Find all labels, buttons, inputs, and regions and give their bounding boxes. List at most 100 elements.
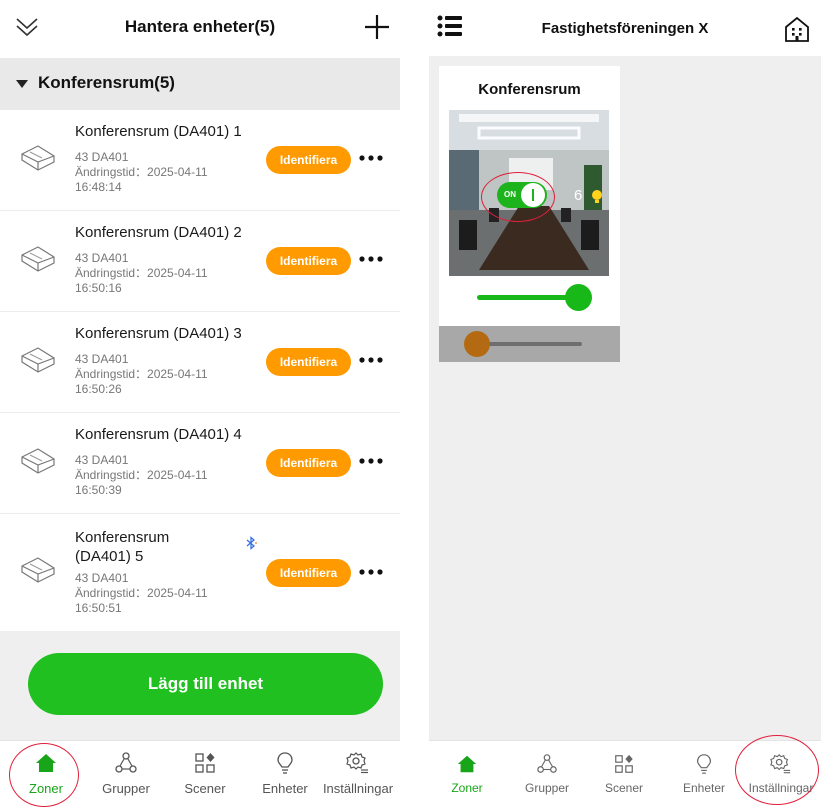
device-name: Konferensrum (DA401) 5 (75, 529, 170, 565)
device-item[interactable]: Konferensrum (DA401) 3 43 DA401 Ändrings… (0, 312, 400, 413)
more-options-icon[interactable] (358, 451, 384, 471)
settings-gear-icon (346, 752, 368, 774)
device-changed-date: Ändringstid：2025-04-11 (75, 165, 208, 179)
tab-label: Enheter (682, 781, 726, 795)
settings-gear-icon (770, 754, 791, 774)
bottom-tab-bar: Zoner Grupper Scener Enheter Inställning… (0, 740, 400, 807)
header: Hantera enheter(5) (0, 0, 400, 60)
tab-grupper[interactable]: Grupper (86, 751, 166, 796)
page-title: Hantera enheter(5) (124, 17, 276, 36)
page-title: Fastighetsföreningen X (541, 20, 709, 37)
identify-button[interactable]: Identifiera (266, 449, 351, 477)
zone-group-label: Konferensrum(5) (38, 73, 175, 92)
zone-card[interactable]: Konferensrum ON 6 (439, 66, 620, 362)
tab-label: Grupper (524, 781, 570, 795)
device-details: 43 DA401 Ändringstid：2025-04-11 16:50:51 (75, 571, 208, 616)
driver-device-icon (21, 557, 55, 583)
driver-device-icon (21, 145, 55, 171)
tab-label: Inställningar (322, 781, 394, 796)
dimming-slider[interactable] (477, 284, 592, 311)
device-changed-time: 16:50:26 (75, 382, 122, 396)
zones-area: Konferensrum ON 6 (429, 56, 821, 740)
groups-icon (537, 754, 557, 773)
identify-button[interactable]: Identifiera (266, 348, 351, 376)
identify-button[interactable]: Identifiera (266, 559, 351, 587)
bottom-tab-bar: Zoner Grupper Scener Enheter Inställning… (429, 735, 821, 807)
more-options-icon[interactable] (358, 148, 384, 168)
device-changed-time: 16:50:39 (75, 483, 122, 497)
tab-installningar[interactable]: Inställningar (741, 753, 821, 795)
driver-device-icon (21, 448, 55, 474)
scenes-icon (195, 753, 215, 773)
device-details: 43 DA401 Ändringstid：2025-04-11 16:50:26 (75, 352, 208, 397)
device-model: 43 DA401 (75, 453, 129, 467)
device-details: 43 DA401 Ändringstid：2025-04-11 16:48:14 (75, 150, 208, 195)
tab-zoner[interactable]: Zoner (6, 751, 86, 796)
identify-button[interactable]: Identifiera (266, 146, 351, 174)
tab-installningar[interactable]: Inställningar (318, 751, 398, 796)
tab-label: Zoner (451, 781, 483, 795)
home-icon (457, 755, 477, 773)
color-temperature-knob[interactable] (464, 331, 490, 357)
device-changed-time: 16:48:14 (75, 180, 122, 194)
home-icon (36, 754, 56, 772)
brightness-value: 6 (574, 187, 583, 204)
groups-icon (115, 752, 137, 773)
lightbulb-icon (696, 754, 712, 774)
driver-device-icon (21, 347, 55, 373)
tab-label: Enheter (262, 781, 308, 796)
tab-grupper[interactable]: Grupper (507, 753, 587, 795)
device-details: 43 DA401 Ändringstid：2025-04-11 16:50:16 (75, 251, 208, 296)
tab-label: Grupper (102, 781, 150, 796)
driver-device-icon (21, 246, 55, 272)
device-model: 43 DA401 (75, 571, 129, 585)
device-item[interactable]: Konferensrum (DA401) 5 43 DA401 Ändrings… (0, 514, 400, 632)
toggle-on-label: ON (504, 190, 516, 199)
device-changed-date: Ändringstid：2025-04-11 (75, 468, 208, 482)
device-changed-date: Ändringstid：2025-04-11 (75, 367, 208, 381)
toggle-knob (521, 183, 545, 207)
tab-enheter[interactable]: Enheter (245, 751, 325, 796)
tab-label: Inställningar (748, 781, 814, 795)
more-options-icon[interactable] (358, 350, 384, 370)
device-item[interactable]: Konferensrum (DA401) 1 43 DA401 Ändrings… (0, 110, 400, 211)
bluetooth-icon (246, 536, 257, 550)
expand-triangle-icon (16, 80, 28, 88)
tab-scener[interactable]: Scener (584, 753, 664, 795)
more-options-icon[interactable] (358, 562, 384, 582)
device-model: 43 DA401 (75, 150, 129, 164)
device-item[interactable]: Konferensrum (DA401) 4 43 DA401 Ändrings… (0, 413, 400, 514)
bulb-icon (592, 190, 602, 203)
device-name: Konferensrum (DA401) 2 (75, 224, 242, 241)
device-changed-time: 16:50:51 (75, 601, 122, 615)
zone-group-header[interactable]: Konferensrum(5) (0, 58, 400, 110)
color-temperature-track[interactable] (484, 342, 582, 346)
device-model: 43 DA401 (75, 352, 129, 366)
tab-zoner[interactable]: Zoner (429, 753, 507, 795)
header: Fastighetsföreningen X (429, 0, 821, 56)
add-device-plus-icon[interactable] (362, 12, 392, 42)
device-item[interactable]: Konferensrum (DA401) 2 43 DA401 Ändrings… (0, 211, 400, 312)
device-name: Konferensrum (DA401) 1 (75, 123, 242, 140)
building-icon[interactable] (784, 15, 810, 43)
scenes-icon (615, 754, 633, 773)
device-changed-date: Ändringstid：2025-04-11 (75, 266, 208, 280)
add-device-button[interactable]: Lägg till enhet (28, 653, 383, 715)
tab-label: Scener (604, 781, 644, 795)
tab-enheter[interactable]: Enheter (664, 753, 744, 795)
device-changed-time: 16:50:16 (75, 281, 122, 295)
zones-screen: Fastighetsföreningen X Konferensrum ON 6… (429, 0, 821, 807)
zone-power-toggle[interactable]: ON (497, 182, 547, 208)
device-details: 43 DA401 Ändringstid：2025-04-11 16:50:39 (75, 453, 208, 498)
lightbulb-icon (277, 752, 293, 774)
tab-scener[interactable]: Scener (165, 751, 245, 796)
device-model: 43 DA401 (75, 251, 129, 265)
add-device-area: Lägg till enhet (0, 631, 400, 740)
more-options-icon[interactable] (358, 249, 384, 269)
identify-button[interactable]: Identifiera (266, 247, 351, 275)
zone-card-title: Konferensrum (478, 81, 581, 98)
device-management-screen: Hantera enheter(5) Konferensrum(5) Konfe… (0, 0, 400, 807)
dimming-slider-knob[interactable] (565, 284, 592, 311)
tab-label: Scener (184, 781, 226, 796)
device-name: Konferensrum (DA401) 3 (75, 325, 242, 342)
